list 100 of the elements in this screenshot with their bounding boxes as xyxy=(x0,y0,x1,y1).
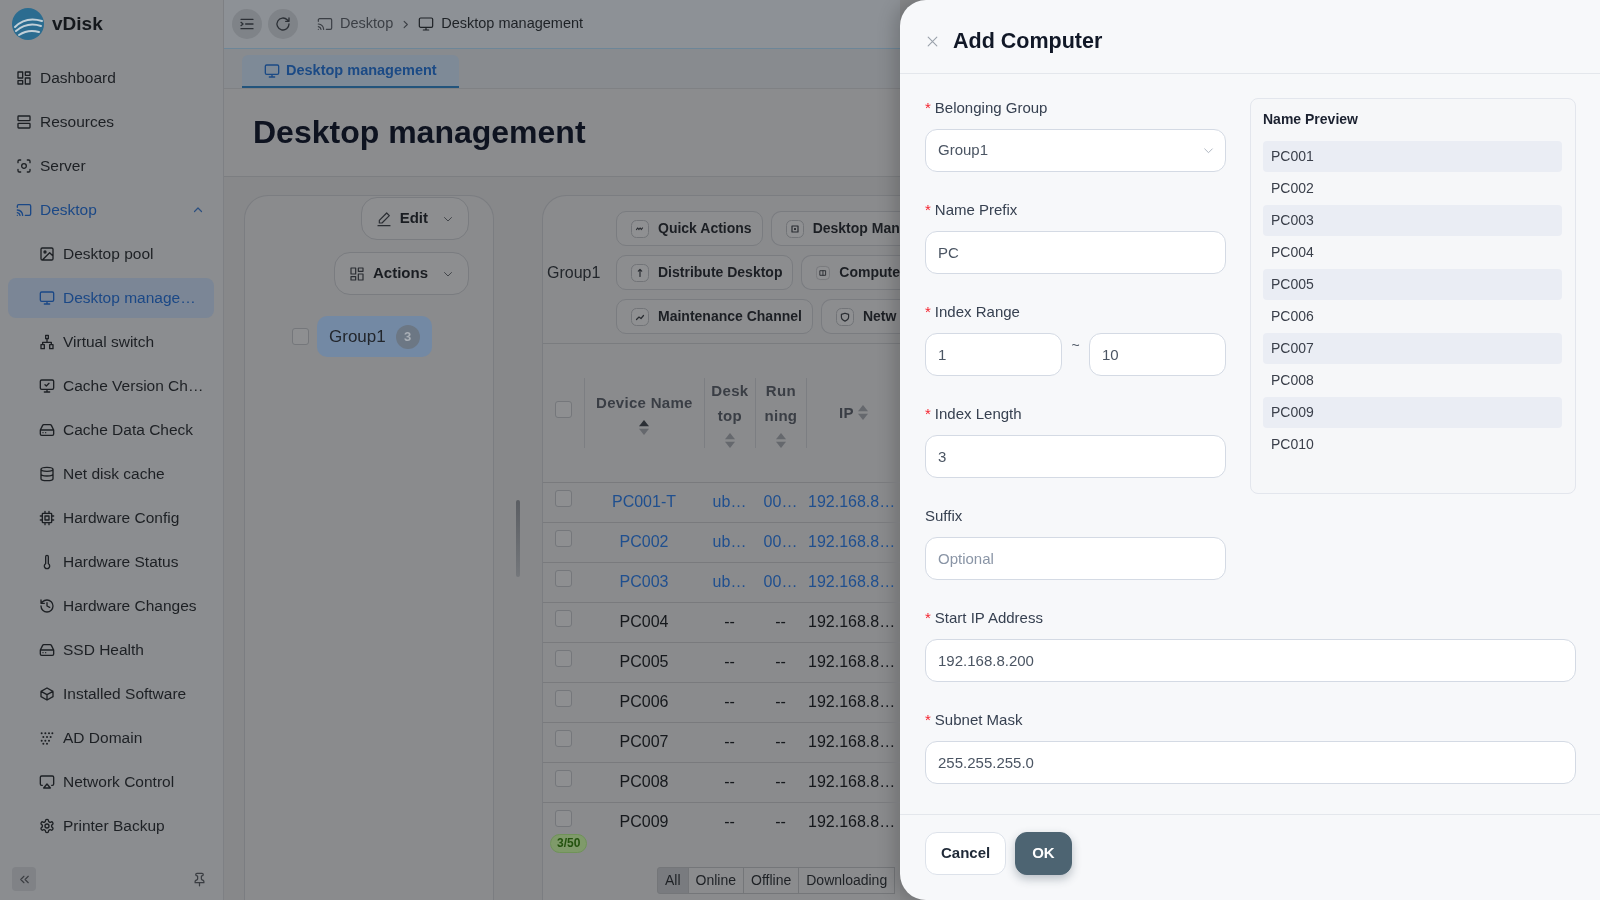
scan-icon xyxy=(16,158,32,174)
table-cell: -- xyxy=(755,722,806,762)
table-cell: -- xyxy=(755,762,806,802)
table-cell: PC006 xyxy=(584,682,704,722)
cast-icon xyxy=(16,202,32,218)
dropdown-button[interactable]: Edit xyxy=(360,197,469,240)
sidebar-item[interactable]: Desktop manage… xyxy=(8,278,214,318)
dropdown-button[interactable]: Actions xyxy=(334,252,469,295)
input-field[interactable]: PC xyxy=(925,231,1226,274)
menu-button[interactable] xyxy=(232,9,262,39)
table-cell: ub… xyxy=(704,522,755,562)
preview-item: PC001 xyxy=(1263,141,1562,172)
filter-tab[interactable]: Online xyxy=(687,867,745,894)
collapse-button[interactable] xyxy=(12,867,36,891)
table-cell: PC003 xyxy=(584,562,704,602)
tab[interactable]: Desktop management xyxy=(242,55,459,88)
sidebar-item[interactable]: AD Domain xyxy=(8,718,214,758)
checkbox[interactable] xyxy=(555,770,572,787)
cast-icon xyxy=(317,16,333,32)
checkbox[interactable] xyxy=(555,570,572,587)
menu-icon xyxy=(239,16,255,32)
airplay-icon xyxy=(39,774,55,790)
monitor-icon xyxy=(264,62,280,79)
table-cell: -- xyxy=(704,682,755,722)
column-header[interactable]: Desktop xyxy=(710,377,749,428)
filter-tab[interactable]: Offline xyxy=(743,867,800,894)
preview-title: Name Preview xyxy=(1263,110,1359,129)
server-icon xyxy=(16,114,32,130)
group-label: Group1 xyxy=(547,262,602,283)
field-label: Start IP Address xyxy=(934,608,1043,628)
drive-icon xyxy=(39,642,55,658)
resize-handle[interactable] xyxy=(516,500,520,577)
sidebar-item[interactable]: Desktop xyxy=(8,190,214,230)
toolbar-button[interactable]: Quick Actions xyxy=(616,211,763,246)
sidebar-item[interactable]: Virtual switch xyxy=(8,322,214,362)
sidebar-item[interactable]: Cache Data Check xyxy=(8,410,214,450)
select-field[interactable]: Group1 xyxy=(925,129,1226,172)
column-header[interactable]: Running xyxy=(761,377,800,428)
preview-item: PC004 xyxy=(1270,243,1315,262)
input-field[interactable]: 10 xyxy=(1089,333,1226,376)
sidebar-item[interactable]: Hardware Config xyxy=(8,498,214,538)
refresh-icon xyxy=(275,16,291,32)
breadcrumb-link[interactable]: Desktop xyxy=(340,13,394,35)
sidebar-item[interactable]: Resources xyxy=(8,102,214,142)
monitor-icon xyxy=(418,16,435,32)
checkbox[interactable] xyxy=(555,690,572,707)
sidebar-item[interactable]: Hardware Status xyxy=(8,542,214,582)
refresh-button[interactable] xyxy=(268,9,298,39)
package-icon xyxy=(39,686,55,702)
table-cell: ub… xyxy=(704,482,755,522)
checkbox[interactable] xyxy=(555,730,572,747)
sidebar-item[interactable]: Printer Backup xyxy=(8,806,214,846)
chip-icon xyxy=(39,510,55,526)
monitor-check-icon xyxy=(39,378,55,394)
sort-icon[interactable] xyxy=(639,420,650,436)
table-cell: -- xyxy=(704,802,755,842)
checkbox[interactable] xyxy=(555,490,572,507)
checkbox[interactable] xyxy=(555,530,572,547)
toolbar-button[interactable]: Netw xyxy=(820,299,900,334)
table-cell: PC005 xyxy=(584,642,704,682)
table-cell: 00… xyxy=(755,482,806,522)
table-cell: PC009 xyxy=(584,802,704,842)
filter-tab[interactable]: Downloading xyxy=(798,867,896,894)
input-field[interactable]: 192.168.8.200 xyxy=(925,639,1576,682)
input-field[interactable]: 1 xyxy=(925,333,1062,376)
input-field[interactable]: 3 xyxy=(925,435,1226,478)
column-header[interactable]: IP xyxy=(839,400,854,426)
sidebar-item[interactable]: Server xyxy=(8,146,214,186)
toolbar-button[interactable]: Maintenance Channel xyxy=(616,299,813,334)
ok-button[interactable]: OK xyxy=(1015,832,1072,875)
close-icon[interactable] xyxy=(926,35,939,48)
drawer-title: Add Computer xyxy=(953,28,1103,55)
checkbox[interactable] xyxy=(555,650,572,667)
sidebar-item[interactable]: Net disk cache xyxy=(8,454,214,494)
sidebar-item[interactable]: Network Control xyxy=(8,762,214,802)
preview-item: PC005 xyxy=(1263,269,1562,300)
toolbar-button[interactable]: Desktop Man xyxy=(770,211,900,246)
toolbar-button[interactable]: Compute xyxy=(801,255,900,290)
cancel-button[interactable]: Cancel xyxy=(925,832,1007,875)
pin-icon[interactable] xyxy=(192,871,207,887)
checkbox[interactable] xyxy=(555,610,572,627)
preview-item: PC002 xyxy=(1270,179,1315,198)
column-header[interactable]: Device Name xyxy=(596,390,693,416)
monitor-icon xyxy=(39,290,55,306)
sidebar-item[interactable]: Dashboard xyxy=(8,58,214,98)
dots-icon xyxy=(39,730,55,746)
sidebar-item[interactable]: Desktop pool xyxy=(8,234,214,274)
sidebar-item[interactable]: SSD Health xyxy=(8,630,214,670)
toolbar-button[interactable]: Distribute Desktop xyxy=(616,255,794,290)
checkbox[interactable] xyxy=(292,328,309,345)
sidebar-item[interactable]: Cache Version Ch… xyxy=(8,366,214,406)
filter-tab[interactable]: All xyxy=(657,867,689,894)
sidebar-item[interactable]: Hardware Changes xyxy=(8,586,214,626)
sidebar-item[interactable]: Installed Software xyxy=(8,674,214,714)
checkbox[interactable] xyxy=(555,810,572,828)
checkbox[interactable] xyxy=(555,400,572,418)
input-field[interactable]: 255.255.255.0 xyxy=(925,741,1576,784)
table-cell: PC008 xyxy=(584,762,704,802)
group-item[interactable]: Group1 3 xyxy=(317,316,432,357)
input-field[interactable]: Optional xyxy=(925,537,1226,580)
